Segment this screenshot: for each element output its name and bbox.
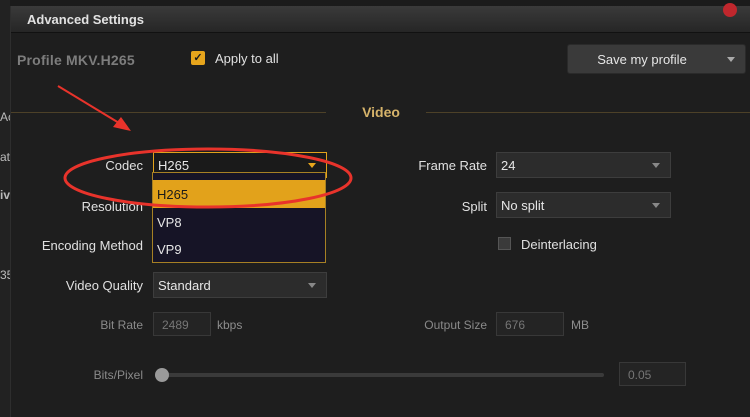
annotation-arrowhead	[113, 117, 131, 131]
annotation-overlay	[57, 85, 353, 209]
annotation-arrow-line	[57, 85, 125, 127]
annotation-ellipse	[63, 147, 353, 209]
